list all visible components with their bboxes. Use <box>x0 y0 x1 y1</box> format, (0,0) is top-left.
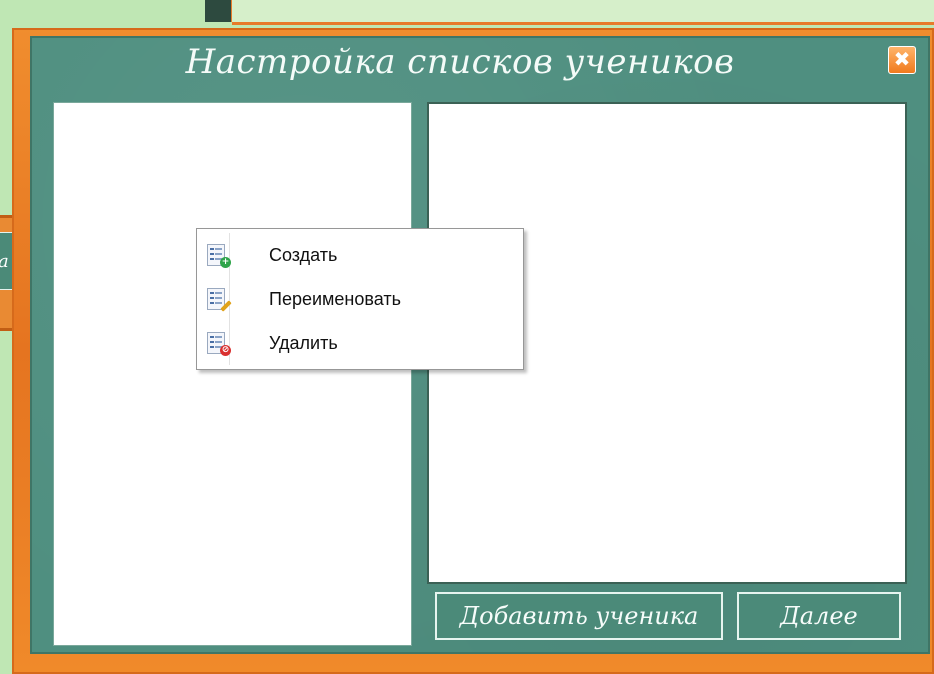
background-window-strip <box>232 0 934 25</box>
menu-item-delete-label: Удалить <box>269 332 338 353</box>
close-icon: ✖ <box>893 47 911 71</box>
class-lists-panel[interactable] <box>53 102 412 646</box>
close-button[interactable]: ✖ <box>888 46 916 74</box>
list-add-icon: + <box>205 242 231 268</box>
list-edit-icon <box>205 286 232 312</box>
add-student-button[interactable]: Добавить ученика <box>435 592 723 640</box>
background-left-button-label: а <box>0 251 9 272</box>
menu-item-delete[interactable]: ⊘ Удалить <box>199 323 519 363</box>
menu-item-create-label: Создать <box>269 244 338 265</box>
context-menu: + Создать Переименовать ⊘ Удалить <box>196 228 524 370</box>
next-button[interactable]: Далее <box>737 592 901 640</box>
dialog-title: Настройка списков учеников <box>185 42 735 82</box>
menu-item-create[interactable]: + Создать <box>199 235 519 275</box>
list-delete-icon: ⊘ <box>205 330 231 356</box>
background-frame-post <box>205 0 234 22</box>
menu-item-rename[interactable]: Переименовать <box>199 279 519 319</box>
menu-item-rename-label: Переименовать <box>269 288 401 309</box>
